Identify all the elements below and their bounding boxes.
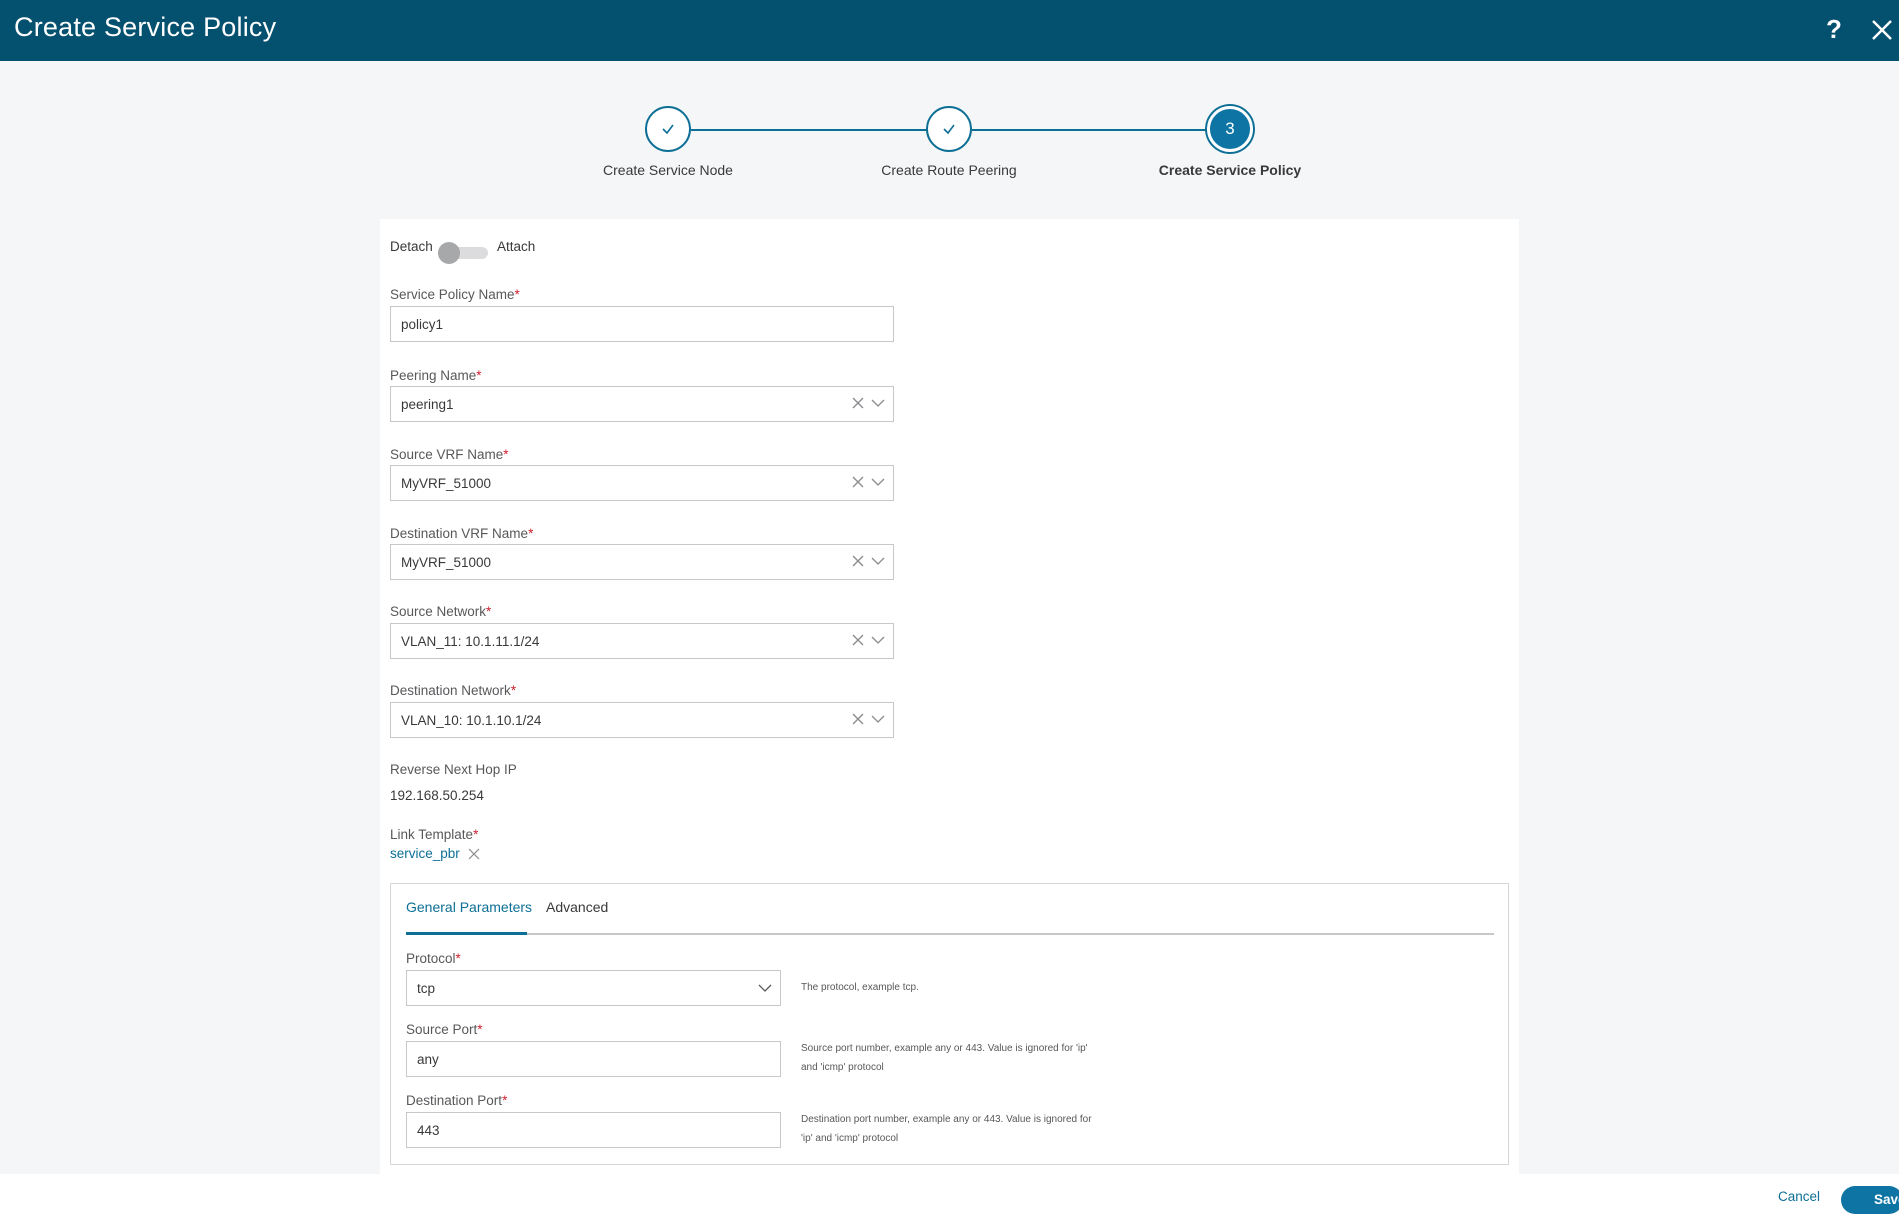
protocol-value: tcp [417, 981, 436, 996]
cancel-button[interactable]: Cancel [1778, 1189, 1820, 1204]
step-3-indicator[interactable]: 3 [1207, 106, 1253, 152]
destination-network-label: Destination Network* [390, 683, 516, 698]
destination-port-label-text: Destination Port [406, 1093, 503, 1108]
link-template-label: Link Template* [390, 827, 478, 842]
save-button[interactable]: Save [1841, 1186, 1899, 1214]
protocol-help: The protocol, example tcp. [801, 982, 919, 993]
source-vrf-label-text: Source VRF Name [390, 447, 504, 462]
chevron-down-icon[interactable] [871, 714, 885, 724]
clear-icon[interactable] [851, 554, 865, 568]
service-policy-name-value: policy1 [401, 317, 444, 332]
peering-name-label-text: Peering Name [390, 368, 477, 383]
destination-vrf-label-text: Destination VRF Name [390, 526, 529, 541]
source-port-label-text: Source Port [406, 1022, 478, 1037]
required-marker: * [473, 827, 479, 842]
step-1-check-icon[interactable] [645, 106, 691, 152]
destination-vrf-label: Destination VRF Name* [390, 526, 533, 541]
chevron-down-icon[interactable] [871, 477, 885, 487]
source-vrf-select[interactable]: MyVRF_51000 [390, 465, 894, 501]
destination-vrf-select[interactable]: MyVRF_51000 [390, 544, 894, 580]
attach-toggle[interactable] [438, 242, 488, 264]
source-network-value: VLAN_11: 10.1.11.1/24 [401, 634, 540, 649]
required-marker: * [528, 526, 534, 541]
peering-name-select[interactable]: peering1 [390, 386, 894, 422]
close-icon[interactable] [1870, 16, 1894, 44]
step-2-check-icon[interactable] [926, 106, 972, 152]
required-marker: * [455, 951, 461, 966]
step-3-number: 3 [1225, 119, 1235, 138]
required-marker: * [486, 604, 492, 619]
tab-divider [406, 933, 1494, 935]
required-marker: * [510, 683, 517, 698]
clear-icon[interactable] [851, 396, 865, 410]
service-policy-name-label: Service Policy Name* [390, 287, 520, 302]
link-template-tag[interactable]: service_pbr [390, 846, 460, 861]
source-port-label: Source Port* [406, 1022, 483, 1037]
chevron-down-icon[interactable] [871, 398, 885, 408]
tab-general-parameters[interactable]: General Parameters [406, 899, 532, 915]
toggle-attach-label: Attach [497, 239, 536, 254]
clear-icon[interactable] [851, 633, 865, 647]
destination-vrf-value: MyVRF_51000 [401, 555, 492, 570]
remove-tag-icon[interactable] [468, 848, 480, 860]
toggle-knob[interactable] [438, 242, 460, 264]
chevron-down-icon[interactable] [758, 983, 772, 993]
destination-network-value: VLAN_10: 10.1.10.1/24 [401, 713, 542, 728]
required-marker: * [514, 287, 520, 302]
source-vrf-value: MyVRF_51000 [401, 476, 492, 491]
source-network-label: Source Network* [390, 604, 491, 619]
destination-network-select[interactable]: VLAN_10: 10.1.10.1/24 [390, 702, 894, 738]
step-1-label: Create Service Node [603, 162, 733, 178]
clear-icon[interactable] [851, 712, 865, 726]
source-port-help: Source port number, example any or 443. … [801, 1039, 1101, 1077]
wizard-stepper: 3 Create Service Node Create Route Peeri… [0, 105, 1899, 185]
service-policy-name-input[interactable]: policy1 [390, 306, 894, 342]
peering-name-label: Peering Name* [390, 368, 482, 383]
source-port-input[interactable]: any [406, 1041, 781, 1077]
destination-port-help: Destination port number, example any or … [801, 1110, 1111, 1148]
reverse-next-hop-value: 192.168.50.254 [390, 788, 484, 803]
peering-name-value: peering1 [401, 397, 454, 412]
destination-port-input[interactable]: 443 [406, 1112, 781, 1148]
dialog-title: Create Service Policy [14, 12, 277, 42]
protocol-select[interactable]: tcp [406, 970, 781, 1006]
clear-icon[interactable] [851, 475, 865, 489]
required-marker: * [476, 368, 482, 383]
service-policy-name-label-text: Service Policy Name [390, 287, 515, 302]
protocol-label-text: Protocol [406, 951, 456, 966]
destination-port-label: Destination Port* [406, 1093, 507, 1108]
source-vrf-label: Source VRF Name* [390, 447, 509, 462]
source-network-select[interactable]: VLAN_11: 10.1.11.1/24 [390, 623, 894, 659]
reverse-next-hop-label: Reverse Next Hop IP [390, 762, 517, 777]
dialog-footer: Cancel Save [0, 1174, 1899, 1223]
dialog-header: Create Service Policy ? [0, 0, 1899, 61]
form-panel: Detach Attach Service Policy Name* polic… [380, 219, 1519, 1174]
source-port-help-line1: Source port number, example any or 443. … [801, 1043, 1088, 1054]
source-port-help-line2: and 'icmp' protocol [801, 1062, 884, 1073]
required-marker: * [477, 1022, 483, 1037]
required-marker: * [503, 447, 509, 462]
destination-port-help-line2: 'ip' and 'icmp' protocol [801, 1133, 899, 1144]
step-2-label: Create Route Peering [881, 162, 1017, 178]
destination-network-label-text: Destination Network [390, 683, 511, 698]
toggle-detach-label: Detach [390, 239, 433, 254]
parameters-tab-panel: General Parameters Advanced Protocol* tc… [390, 883, 1509, 1165]
protocol-label: Protocol* [406, 951, 461, 966]
chevron-down-icon[interactable] [871, 556, 885, 566]
step-3-label: Create Service Policy [1158, 162, 1302, 178]
tab-advanced[interactable]: Advanced [546, 899, 608, 915]
source-network-label-text: Source Network [390, 604, 487, 619]
chevron-down-icon[interactable] [871, 635, 885, 645]
question-mark-icon[interactable]: ? [1826, 14, 1842, 45]
required-marker: * [502, 1093, 508, 1108]
destination-port-value: 443 [417, 1123, 440, 1138]
step-connector [972, 129, 1209, 131]
link-template-label-text: Link Template [390, 827, 474, 842]
source-port-value: any [417, 1052, 439, 1067]
destination-port-help-line1: Destination port number, example any or … [801, 1114, 1092, 1125]
step-connector [691, 129, 928, 131]
active-tab-indicator [406, 932, 527, 935]
